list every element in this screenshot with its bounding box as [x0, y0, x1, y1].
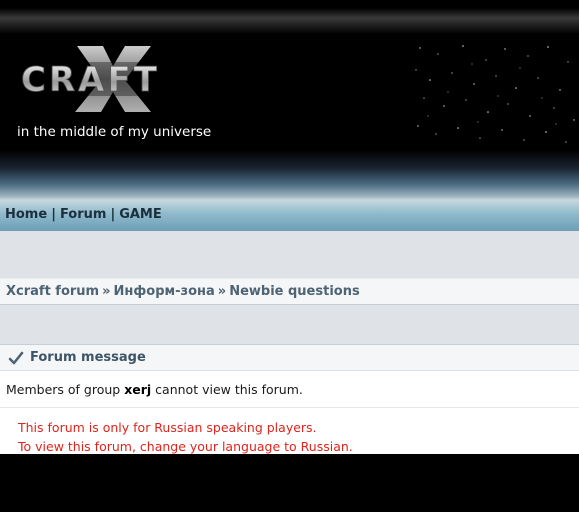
breadcrumb: Xcraft forum» Информ-зона» Newbie question… [0, 278, 579, 305]
nav-item-home[interactable]: Home [5, 207, 47, 222]
language-notice-line-1: This forum is only for Russian speaking … [18, 420, 317, 435]
forum-message-title: Forum message [30, 350, 146, 365]
forum-content: Xcraft forum» Информ-зона» Newbie question… [0, 231, 579, 455]
checkmark-icon [8, 351, 24, 365]
breadcrumb-item-newbie-questions[interactable]: Newbie questions [229, 284, 360, 299]
starfield-image [408, 40, 579, 146]
top-navigation: Home | Forum | GAME [0, 200, 579, 231]
permission-text-after: cannot view this forum. [151, 382, 303, 397]
message-divider [0, 407, 579, 408]
group-name: xerj [124, 382, 152, 397]
forum-message-header: Forum message [0, 345, 579, 371]
page-bottom [0, 454, 579, 512]
site-banner: CRAFT in the middle of my universe [0, 0, 579, 200]
language-notice-line-2: To view this forum, change your language… [18, 439, 353, 454]
logo-text: CRAFT [21, 60, 160, 100]
nav-separator: | [110, 207, 116, 222]
site-tagline: in the middle of my universe [17, 124, 212, 140]
nav-item-forum[interactable]: Forum [60, 207, 107, 222]
nav-item-game[interactable]: GAME [119, 207, 162, 222]
permission-message: Members of group xerj cannot view this f… [6, 382, 303, 397]
breadcrumb-item-inform-zone[interactable]: Информ-зона [114, 284, 215, 299]
xcraft-logo[interactable]: CRAFT [15, 44, 193, 114]
breadcrumb-separator: » [217, 284, 227, 299]
nav-separator: | [51, 207, 56, 222]
nav-links: Home | Forum | GAME [5, 207, 162, 222]
forum-message-box: Forum message Members of group xerj cann… [0, 344, 579, 455]
permission-text-before: Members of group [6, 382, 125, 397]
breadcrumb-item-xcraft-forum[interactable]: Xcraft forum [6, 284, 99, 299]
breadcrumb-separator: » [102, 284, 111, 299]
